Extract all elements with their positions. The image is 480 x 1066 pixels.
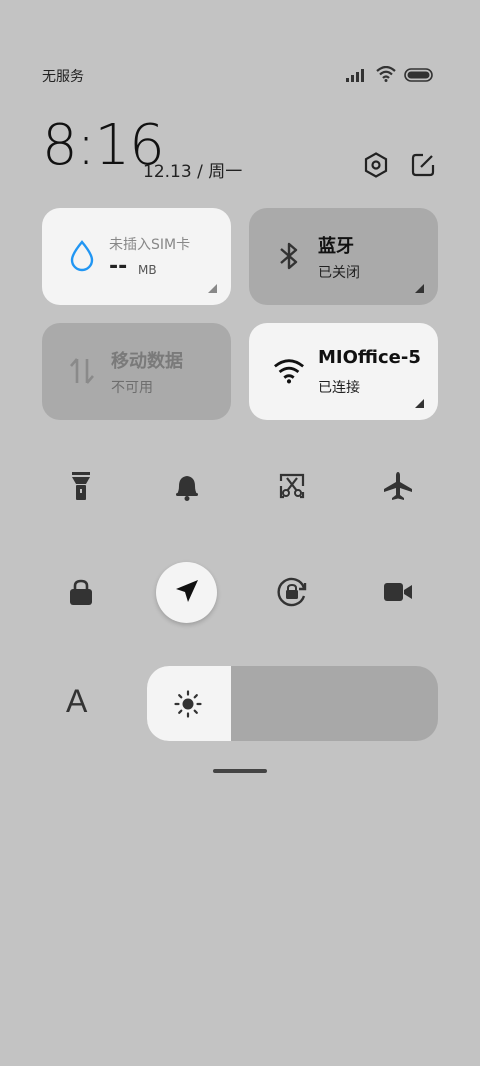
expand-corner-icon (415, 399, 424, 408)
font-size-label[interactable]: A (66, 683, 87, 720)
airplane-icon[interactable] (376, 464, 420, 508)
sun-icon (174, 690, 202, 722)
edit-icon[interactable] (408, 150, 438, 180)
data-usage-title: 未插入SIM卡 (109, 237, 191, 253)
water-drop-icon (66, 240, 98, 272)
mobile-data-tile[interactable]: 移动数据 不可用 (42, 323, 231, 420)
wifi-ssid: MIOffice-5G (318, 347, 421, 368)
data-usage-unit: MB (138, 263, 157, 277)
panel-drag-handle[interactable] (213, 769, 267, 773)
flashlight-icon[interactable] (59, 464, 103, 508)
rotation-lock-icon[interactable] (270, 570, 314, 614)
location-arrow-icon (174, 578, 200, 608)
lock-icon[interactable] (59, 570, 103, 614)
expand-corner-icon (415, 284, 424, 293)
wifi-icon (273, 355, 305, 387)
carrier-status: 无服务 (42, 69, 84, 85)
bell-icon[interactable] (165, 464, 209, 508)
data-usage-tile[interactable]: 未插入SIM卡 -- MB (42, 208, 231, 305)
data-usage-value: -- (109, 254, 128, 279)
wifi-icon (376, 65, 396, 86)
expand-corner-icon (208, 284, 217, 293)
clock-date: 12.13 / 周一 (143, 162, 243, 182)
location-button[interactable] (156, 562, 217, 623)
battery-icon (404, 67, 434, 86)
screenshot-scissor-icon[interactable] (270, 464, 314, 508)
bluetooth-tile[interactable]: 蓝牙 已关闭 (249, 208, 438, 305)
wifi-status: 已连接 (318, 380, 360, 396)
mobile-data-status: 不可用 (111, 380, 153, 396)
signal-icon (346, 67, 368, 86)
settings-hex-icon[interactable] (361, 150, 391, 180)
brightness-slider[interactable] (147, 666, 438, 741)
status-icons (346, 65, 434, 86)
mobile-data-title: 移动数据 (111, 351, 183, 372)
bluetooth-icon (273, 240, 305, 272)
wifi-tile[interactable]: MIOffice-5G 已连接 (249, 323, 438, 420)
bluetooth-title: 蓝牙 (318, 236, 354, 257)
bluetooth-status: 已关闭 (318, 265, 360, 281)
data-arrows-icon (66, 355, 98, 387)
video-camera-icon[interactable] (376, 570, 420, 614)
